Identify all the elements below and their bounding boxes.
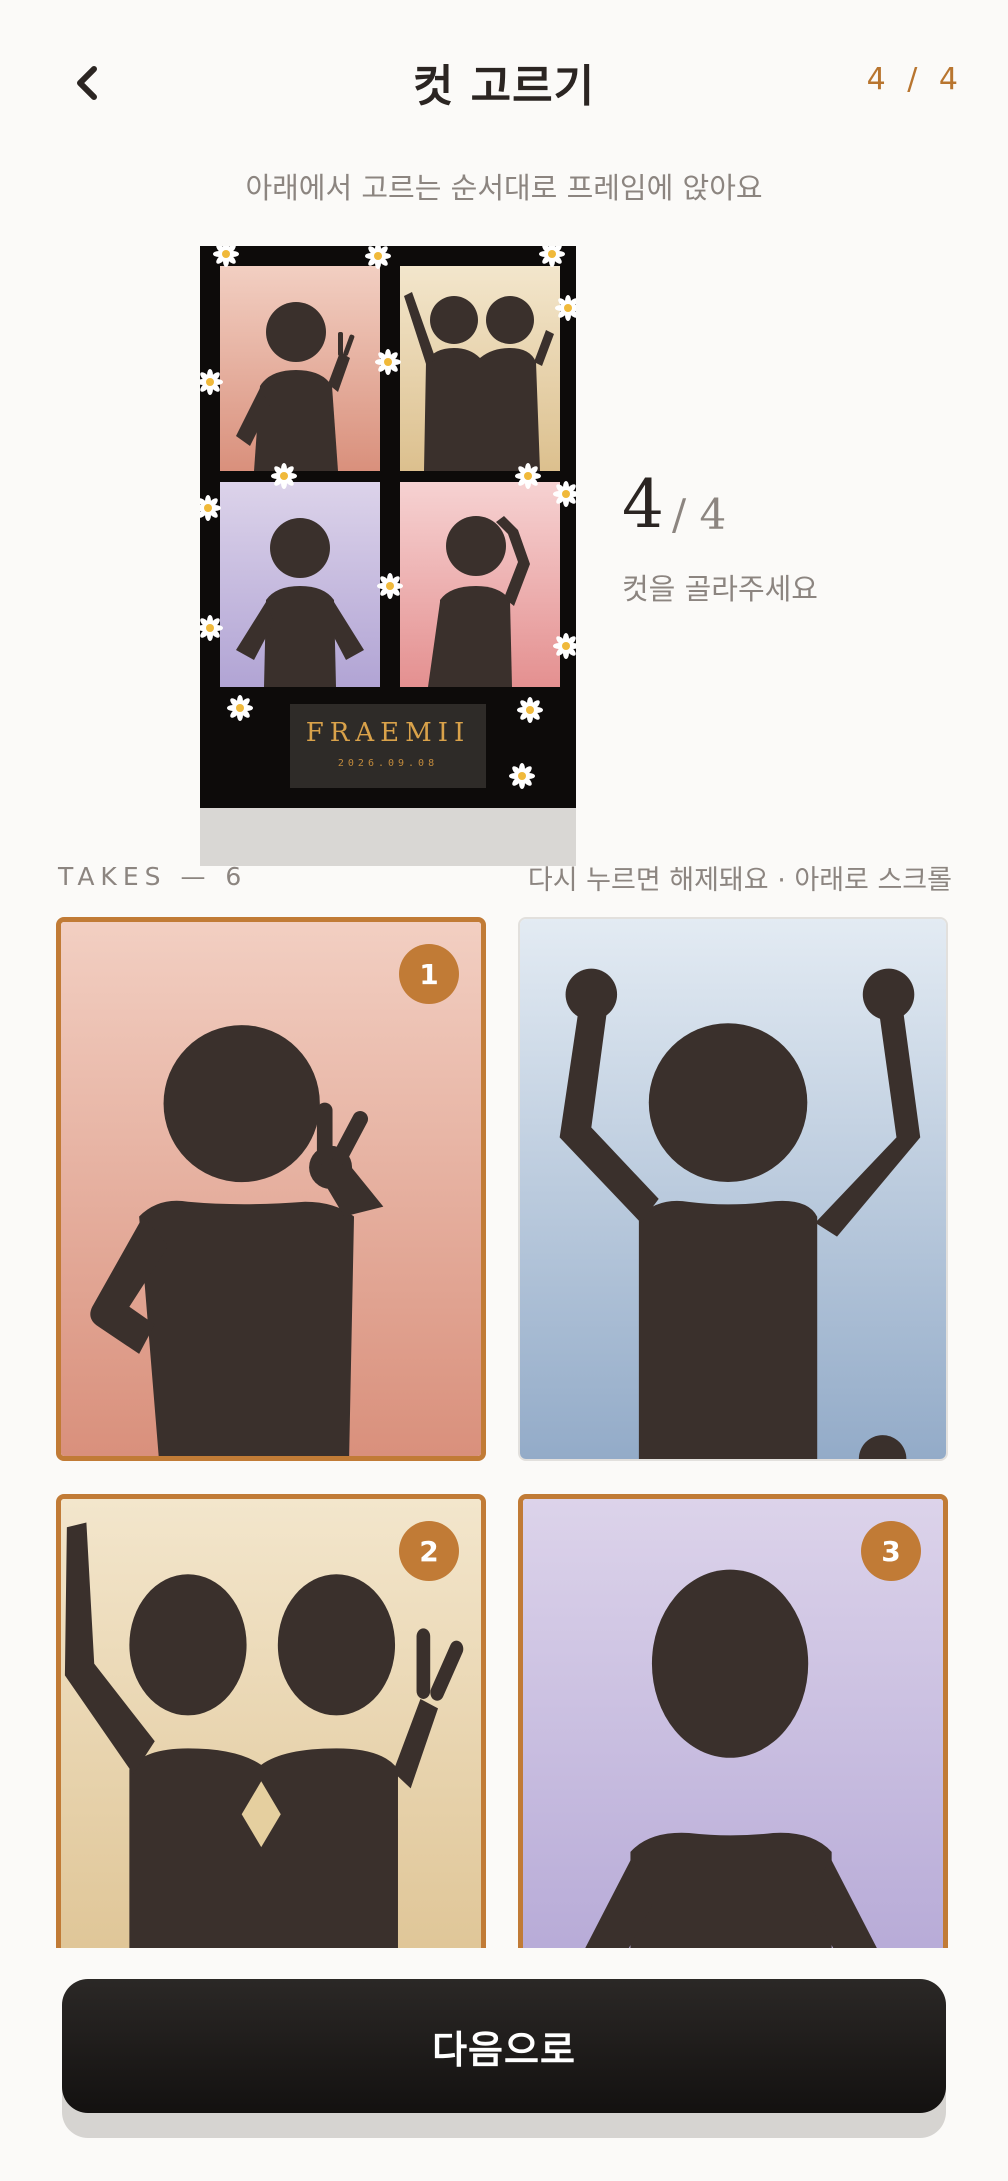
frame-preview: FRAEMII 2026.09.08	[200, 246, 576, 808]
selection-hint: 컷을 골라주세요	[622, 572, 818, 606]
takes-label: TAKES — 6	[58, 862, 248, 891]
frame-date: 2026.09.08	[337, 758, 439, 769]
order-badge: 2	[399, 1521, 459, 1581]
page-subtitle: 아래에서 고르는 순서대로 프레임에 앉아요	[245, 171, 763, 205]
total-count: / 4	[672, 490, 727, 539]
selected-count: 4	[622, 466, 664, 543]
next-button[interactable]: 다음으로	[62, 1979, 946, 2113]
frame-brand-plate: FRAEMII 2026.09.08	[290, 704, 486, 788]
frame-brand: FRAEMII	[305, 718, 471, 748]
order-badge: 1	[399, 944, 459, 1004]
order-badge: 3	[861, 1521, 921, 1581]
take-card-2[interactable]	[518, 917, 948, 1461]
takes-hint: 다시 누르면 해제돼요 · 아래로 스크롤	[527, 865, 952, 896]
step-indicator: 4 / 4	[866, 62, 964, 97]
take-card-1[interactable]: 1	[56, 917, 486, 1461]
page-title: 컷 고르기	[412, 61, 596, 112]
